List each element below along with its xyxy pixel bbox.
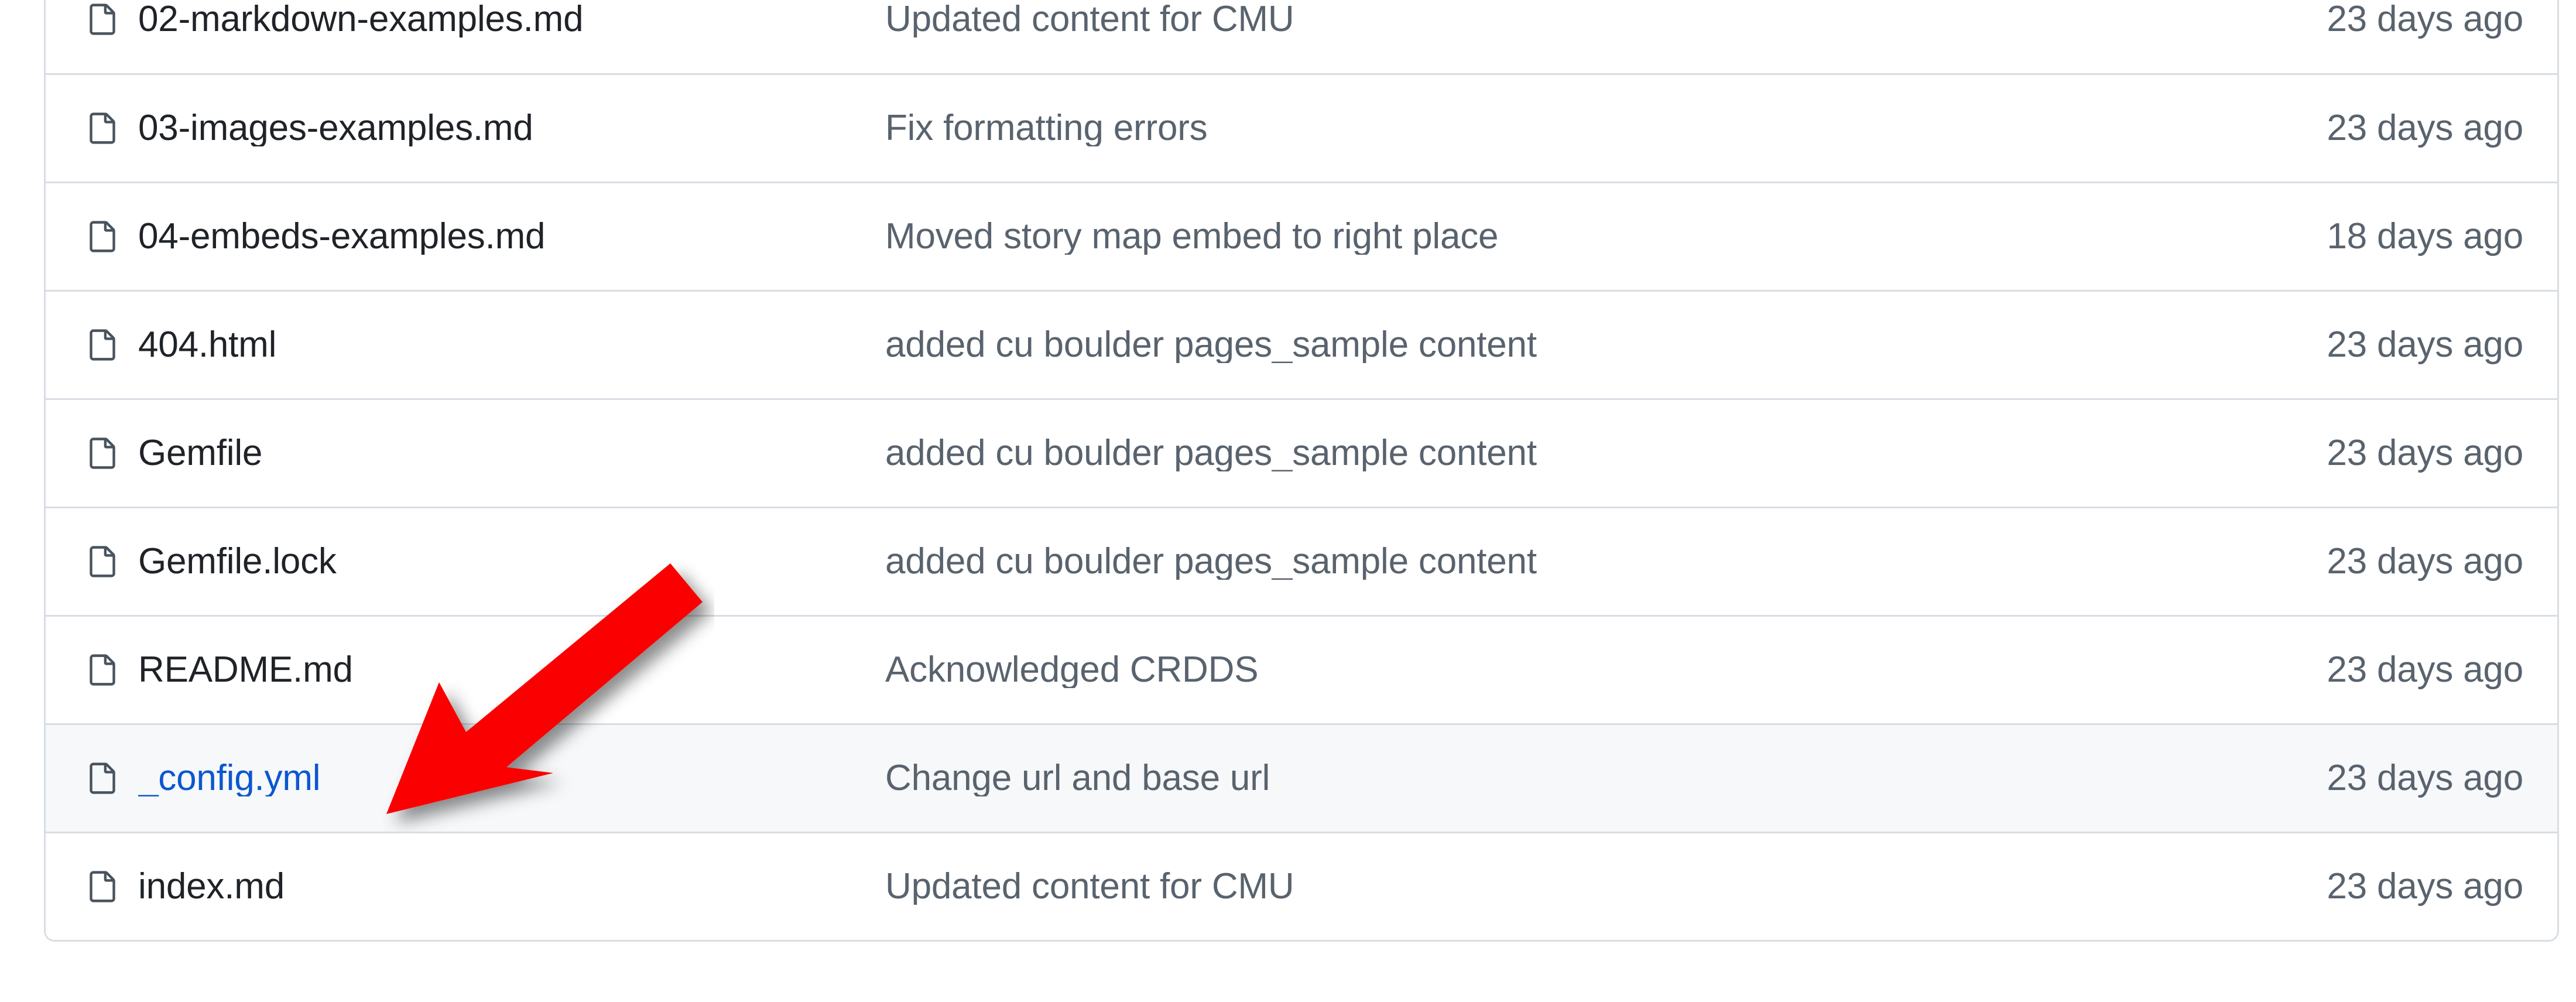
- file-listing-table: 02-markdown-examples.md Updated content f…: [44, 0, 2559, 942]
- commit-time: 23 days ago: [2327, 433, 2523, 473]
- commit-time: 23 days ago: [2327, 866, 2523, 907]
- commit-message[interactable]: Updated content for CMU: [885, 1, 1294, 37]
- commit-time: 18 days ago: [2327, 216, 2523, 257]
- file-name-link[interactable]: README.md: [138, 652, 353, 688]
- commit-time: 23 days ago: [2327, 0, 2523, 39]
- file-row[interactable]: index.md Updated content for CMU 23 days a…: [46, 832, 2557, 940]
- file-name-cell: README.md: [138, 652, 877, 688]
- file-icon: [67, 109, 138, 148]
- file-icon: [67, 434, 138, 473]
- file-icon: [67, 867, 138, 906]
- commit-message-cell: added cu boulder pages_sample content: [877, 543, 2113, 580]
- commit-time-cell: 23 days ago: [2113, 543, 2523, 580]
- commit-time-cell: 23 days ago: [2113, 435, 2523, 471]
- commit-time: 23 days ago: [2327, 108, 2523, 148]
- file-icon: [67, 217, 138, 256]
- commit-message[interactable]: Acknowledged CRDDS: [885, 652, 1259, 688]
- commit-message-cell: Fix formatting errors: [877, 110, 2113, 146]
- commit-message-cell: added cu boulder pages_sample content: [877, 327, 2113, 363]
- file-icon: [67, 651, 138, 689]
- commit-message-cell: Change url and base url: [877, 760, 2113, 796]
- file-name-cell: 404.html: [138, 327, 877, 363]
- commit-message-cell: Updated content for CMU: [877, 1, 2113, 37]
- screenshot-root: 02-markdown-examples.md Updated content f…: [0, 0, 2576, 1002]
- commit-message[interactable]: added cu boulder pages_sample content: [885, 543, 1537, 580]
- commit-message-cell: Acknowledged CRDDS: [877, 652, 2113, 688]
- file-row[interactable]: README.md Acknowledged CRDDS 23 days ago: [46, 615, 2557, 723]
- file-icon: [67, 0, 138, 39]
- file-row[interactable]: Gemfile added cu boulder pages_sample con…: [46, 398, 2557, 507]
- file-row[interactable]: Gemfile.lock added cu boulder pages_sampl…: [46, 507, 2557, 615]
- commit-time-cell: 23 days ago: [2113, 1, 2523, 37]
- commit-time-cell: 23 days ago: [2113, 868, 2523, 905]
- file-name-link[interactable]: 02-markdown-examples.md: [138, 1, 584, 37]
- file-row[interactable]: 03-images-examples.md Fix formatting erro…: [46, 73, 2557, 182]
- commit-message[interactable]: added cu boulder pages_sample content: [885, 435, 1537, 471]
- commit-time-cell: 23 days ago: [2113, 760, 2523, 796]
- file-icon: [67, 759, 138, 798]
- file-icon: [67, 326, 138, 364]
- file-row[interactable]: 02-markdown-examples.md Updated content f…: [46, 0, 2557, 73]
- file-name-link[interactable]: Gemfile.lock: [138, 543, 337, 580]
- commit-time: 23 days ago: [2327, 649, 2523, 690]
- file-name-link[interactable]: 04-embeds-examples.md: [138, 218, 546, 255]
- file-row[interactable]: 404.html added cu boulder pages_sample co…: [46, 290, 2557, 398]
- file-name-cell: 04-embeds-examples.md: [138, 218, 877, 255]
- commit-message[interactable]: added cu boulder pages_sample content: [885, 327, 1537, 363]
- commit-message[interactable]: Fix formatting errors: [885, 110, 1208, 146]
- file-name-link[interactable]: 404.html: [138, 327, 276, 363]
- commit-time-cell: 18 days ago: [2113, 218, 2523, 255]
- file-name-cell: _config.yml: [138, 760, 877, 796]
- file-name-cell: index.md: [138, 868, 877, 905]
- file-name-link[interactable]: index.md: [138, 868, 285, 905]
- file-row[interactable]: _config.yml Change url and base url 23 day…: [46, 723, 2557, 832]
- commit-message-cell: Moved story map embed to right place: [877, 218, 2113, 255]
- commit-message[interactable]: Moved story map embed to right place: [885, 218, 1499, 255]
- file-name-link[interactable]: Gemfile: [138, 435, 262, 471]
- file-name-cell: Gemfile: [138, 435, 877, 471]
- commit-message[interactable]: Change url and base url: [885, 760, 1270, 796]
- commit-time: 23 days ago: [2327, 324, 2523, 365]
- file-name-link[interactable]: _config.yml: [138, 760, 321, 796]
- file-icon: [67, 542, 138, 581]
- commit-time: 23 days ago: [2327, 541, 2523, 582]
- file-row[interactable]: 04-embeds-examples.md Moved story map emb…: [46, 182, 2557, 290]
- commit-time-cell: 23 days ago: [2113, 110, 2523, 146]
- commit-time-cell: 23 days ago: [2113, 327, 2523, 363]
- commit-message-cell: added cu boulder pages_sample content: [877, 435, 2113, 471]
- commit-time-cell: 23 days ago: [2113, 652, 2523, 688]
- commit-time: 23 days ago: [2327, 758, 2523, 798]
- commit-message-cell: Updated content for CMU: [877, 868, 2113, 905]
- file-name-cell: 03-images-examples.md: [138, 110, 877, 146]
- commit-message[interactable]: Updated content for CMU: [885, 868, 1294, 905]
- file-name-cell: Gemfile.lock: [138, 543, 877, 580]
- file-name-link[interactable]: 03-images-examples.md: [138, 110, 533, 146]
- file-name-cell: 02-markdown-examples.md: [138, 1, 877, 37]
